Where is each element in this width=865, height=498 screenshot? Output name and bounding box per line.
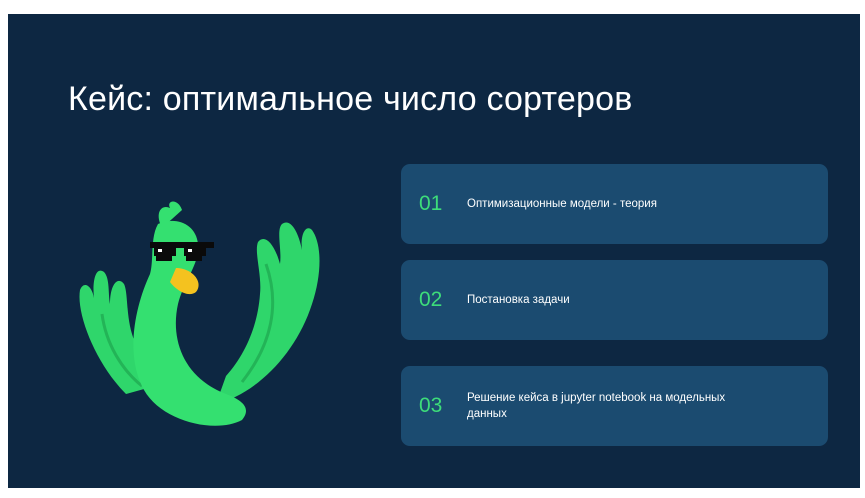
- agenda-item-2: 02 Постановка задачи: [401, 260, 828, 340]
- green-bird-with-sunglasses-icon: [79, 201, 320, 426]
- agenda-number: 03: [419, 394, 443, 417]
- agenda-number: 01: [419, 192, 443, 215]
- agenda-text: Постановка задачи: [467, 294, 570, 306]
- agenda-number: 02: [419, 288, 443, 311]
- presentation-slide: Кейс: оптимальное число сортеров 01 Опти…: [8, 14, 860, 488]
- right-wing: [216, 222, 320, 404]
- agenda-text: Решение кейса в jupyter notebook на моде…: [467, 392, 726, 420]
- agenda-text: Оптимизационные модели - теория: [467, 198, 657, 210]
- screenshot-frame: Кейс: оптимальное число сортеров 01 Опти…: [0, 0, 865, 498]
- slide-title: Кейс: оптимальное число сортеров: [68, 80, 633, 118]
- agenda-item-1: 01 Оптимизационные модели - теория: [401, 164, 828, 244]
- agenda-item-3: 03 Решение кейса в jupyter notebook на м…: [401, 366, 828, 446]
